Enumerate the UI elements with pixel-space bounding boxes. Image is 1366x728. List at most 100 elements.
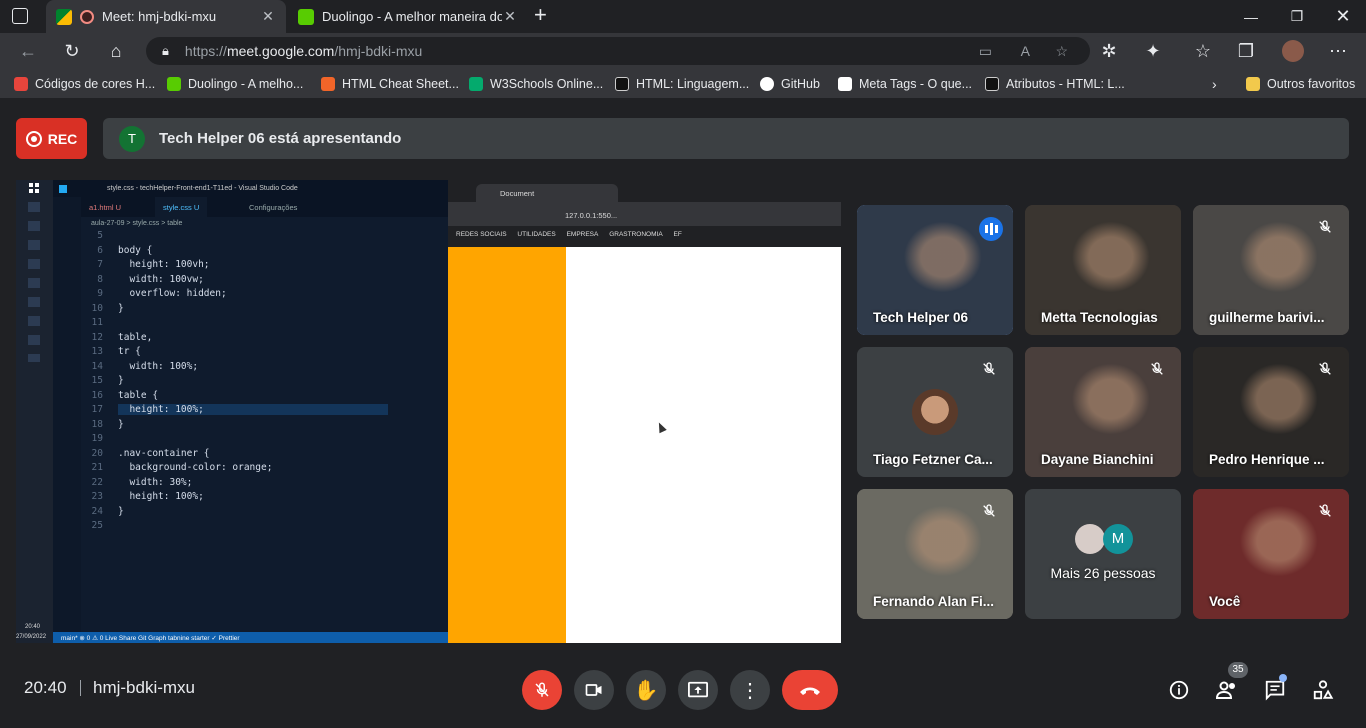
present-screen-button[interactable]: [678, 670, 718, 710]
bookmarks-bar: Códigos de cores H... Duolingo - A melho…: [0, 69, 1366, 99]
participant-name: Metta Tecnologias: [1041, 310, 1158, 325]
more-options-button[interactable]: ⋮: [730, 670, 770, 710]
bookmark-item[interactable]: Atributos - HTML: L...: [985, 75, 1125, 93]
code-line: }: [118, 302, 124, 314]
shared-screen[interactable]: 20:40 27/09/2022 style.css - techHelper-…: [16, 180, 841, 643]
extensions-puzzle-icon[interactable]: ✦: [1138, 36, 1168, 66]
chat-icon: [1265, 680, 1285, 701]
editor-tab-active: style.css U: [155, 197, 208, 217]
mic-off-button[interactable]: [522, 670, 562, 710]
camera-icon: [585, 684, 602, 696]
back-icon[interactable]: ←: [13, 36, 43, 66]
bookmark-item[interactable]: W3Schools Online...: [469, 75, 603, 93]
more-menu-icon[interactable]: ⋯: [1323, 36, 1353, 66]
line-number: 6: [97, 244, 103, 256]
participant-avatar: M: [1103, 524, 1133, 554]
bookmark-item[interactable]: Códigos de cores H...: [14, 75, 155, 93]
code-line: }: [118, 505, 124, 517]
home-icon[interactable]: ⌂: [101, 36, 131, 66]
lock-icon[interactable]: 🔒︎: [162, 43, 169, 59]
camera-button[interactable]: [574, 670, 614, 710]
participant-tile[interactable]: Metta Tecnologias: [1025, 205, 1181, 335]
close-tab-icon[interactable]: ✕: [502, 8, 518, 25]
code-line: width: 30%;: [118, 476, 193, 488]
favorites-icon[interactable]: ☆: [1188, 36, 1218, 66]
participant-tile[interactable]: Fernando Alan Fi...: [857, 489, 1013, 619]
participant-name: Tech Helper 06: [873, 310, 969, 325]
leave-call-button[interactable]: [782, 670, 838, 710]
browser-tab-bar: Meet: hmj-bdki-mxu ✕ Duolingo - A melhor…: [0, 0, 1366, 33]
folder-icon: [1246, 77, 1260, 91]
line-number: 8: [97, 273, 103, 285]
extension-icon[interactable]: ✲: [1094, 36, 1124, 66]
line-number: 9: [97, 288, 103, 299]
taskbar-time: 20:40: [25, 624, 41, 630]
line-number: 13: [91, 346, 103, 357]
line-number: 18: [91, 418, 103, 430]
participant-tile[interactable]: Tech Helper 06: [857, 205, 1013, 335]
mouse-cursor-icon: [655, 420, 667, 434]
inner-page: [448, 247, 841, 643]
people-button[interactable]: [1212, 675, 1242, 705]
code-line: table,: [118, 331, 153, 343]
new-tab-button[interactable]: +: [534, 2, 547, 28]
record-icon: [25, 130, 42, 147]
breadcrumb: aula-27-09 > style.css > table: [91, 220, 183, 227]
people-icon: [1215, 681, 1235, 699]
bookmark-favicon-icon: [838, 77, 852, 91]
participant-tile[interactable]: M Mais 26 pessoas: [1025, 489, 1181, 619]
read-aloud-icon[interactable]: A: [1021, 43, 1030, 59]
info-icon: [1169, 680, 1189, 700]
participant-tile[interactable]: Tiago Fetzner Ca...: [857, 347, 1013, 477]
present-icon: [688, 681, 708, 698]
profile-avatar[interactable]: [1278, 36, 1308, 66]
tab-actions-icon[interactable]: [12, 8, 28, 24]
bookmark-item[interactable]: Meta Tags - O que...: [838, 75, 972, 93]
vscode-logo-icon: [59, 184, 67, 193]
bookmarks-overflow-icon[interactable]: ›: [1212, 75, 1217, 93]
github-icon: [760, 77, 774, 91]
bookmark-item[interactable]: Duolingo - A melho...: [167, 75, 303, 93]
participant-name: Mais 26 pessoas: [1050, 565, 1156, 581]
mic-muted-icon: [1317, 503, 1335, 521]
participant-name: Pedro Henrique ...: [1209, 452, 1325, 467]
tab-meet[interactable]: Meet: hmj-bdki-mxu ✕: [46, 0, 286, 33]
participant-tile[interactable]: Dayane Bianchini: [1025, 347, 1181, 477]
bookmark-item[interactable]: GitHub: [760, 75, 820, 93]
address-input[interactable]: 🔒︎ https://meet.google.com/hmj-bdki-mxu …: [146, 37, 1090, 65]
activities-button[interactable]: [1308, 675, 1338, 705]
bookmark-item[interactable]: HTML Cheat Sheet...: [321, 75, 459, 93]
participant-tile[interactable]: Você: [1193, 489, 1349, 619]
mic-muted-icon: [1149, 361, 1167, 379]
code-line: height: 100vh;: [118, 259, 210, 270]
url-prefix: https://: [184, 43, 227, 59]
code-line: background-color: orange;: [118, 462, 273, 473]
minimize-button[interactable]: —: [1228, 0, 1274, 33]
add-favorite-icon[interactable]: ☆: [1055, 43, 1068, 60]
other-favorites-folder[interactable]: Outros favoritos: [1246, 75, 1355, 93]
raise-hand-button[interactable]: ✋: [626, 670, 666, 710]
windows-start-icon: [29, 183, 39, 193]
bookmark-favicon-icon: [167, 77, 181, 91]
tab-duolingo[interactable]: Duolingo - A melhor maneira do ✕: [288, 0, 528, 33]
participant-name: Dayane Bianchini: [1041, 452, 1154, 467]
code-line: width: 100%;: [118, 360, 199, 372]
meeting-info-button[interactable]: [1164, 675, 1194, 705]
participant-tile[interactable]: guilherme barivi...: [1193, 205, 1349, 335]
code-line: }: [118, 375, 124, 386]
close-tab-icon[interactable]: ✕: [260, 8, 276, 25]
participant-tile[interactable]: Pedro Henrique ...: [1193, 347, 1349, 477]
collections-icon[interactable]: ❐: [1231, 36, 1261, 66]
participant-name: guilherme barivi...: [1209, 310, 1325, 325]
mic-muted-icon: [981, 503, 999, 521]
presentation-banner: T Tech Helper 06 está apresentando: [103, 118, 1349, 159]
reload-icon[interactable]: ↻: [57, 36, 87, 66]
tab-title: Meet: hmj-bdki-mxu: [102, 9, 217, 24]
camera-permission-icon[interactable]: ▭: [979, 43, 992, 60]
restore-button[interactable]: ❐: [1274, 0, 1320, 33]
meeting-time: 20:40: [24, 678, 67, 697]
bookmark-item[interactable]: HTML: Linguagem...: [615, 75, 749, 93]
line-number: 22: [91, 476, 103, 488]
line-number: 20: [91, 447, 103, 459]
close-window-button[interactable]: ✕: [1320, 0, 1366, 33]
